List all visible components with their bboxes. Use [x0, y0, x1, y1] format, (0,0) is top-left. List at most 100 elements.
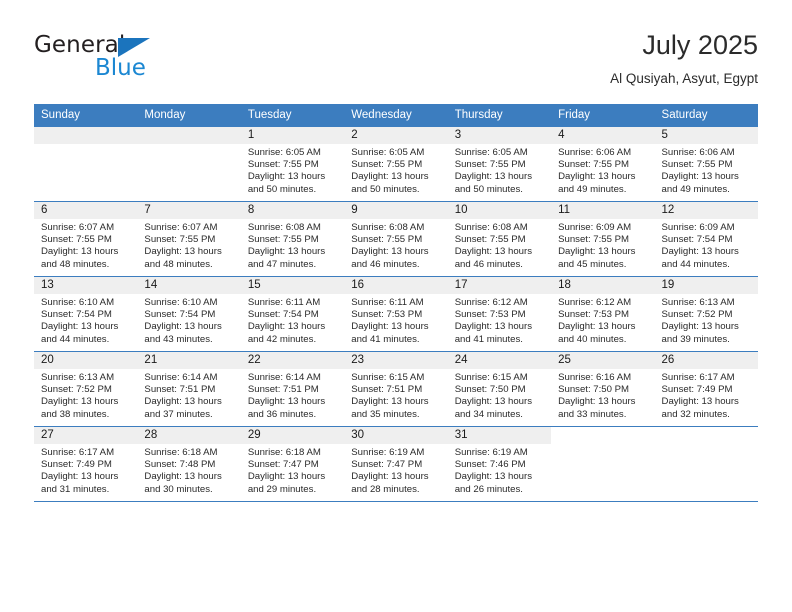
calendar-day-cell[interactable]: 4 Sunrise: 6:06 AM Sunset: 7:55 PM Daylight… [551, 126, 655, 202]
day-cell-content: 31 Sunrise: 6:19 AM Sunset: 7:46 PM Dayligh… [447, 427, 552, 501]
day-sun-details: Sunrise: 6:14 AM Sunset: 7:51 PM Daylight:… [137, 369, 240, 421]
sunset-text: Sunset: 7:54 PM [41, 309, 112, 321]
calendar-page: General Blue July 2025 Al Qusiyah, Asyut… [0, 0, 792, 612]
calendar-day-cell[interactable]: 13 Sunrise: 6:10 AM Sunset: 7:54 PM Dayligh… [34, 276, 138, 352]
day-cell-content: 2 Sunrise: 6:05 AM Sunset: 7:55 PM Daylight… [344, 127, 448, 201]
daylight-text-line1: Daylight: 13 hours [144, 246, 222, 258]
calendar-day-cell[interactable]: 27 Sunrise: 6:17 AM Sunset: 7:49 PM Dayligh… [34, 426, 138, 502]
calendar-day-cell[interactable]: 22 Sunrise: 6:14 AM Sunset: 7:51 PM Dayligh… [240, 351, 345, 427]
calendar-day-cell[interactable]: 8 Sunrise: 6:08 AM Sunset: 7:55 PM Daylight… [240, 201, 345, 277]
day-number: 20 [34, 352, 138, 369]
sunrise-text: Sunrise: 6:15 AM [454, 372, 528, 383]
calendar-day-cell[interactable]: 31 Sunrise: 6:19 AM Sunset: 7:46 PM Dayligh… [447, 426, 552, 502]
calendar-day-cell[interactable]: 12 Sunrise: 6:09 AM Sunset: 7:54 PM Dayligh… [654, 201, 758, 277]
calendar-day-cell[interactable] [137, 126, 241, 202]
sunset-text: Sunset: 7:54 PM [661, 234, 733, 246]
calendar-day-cell[interactable]: 17 Sunrise: 6:12 AM Sunset: 7:53 PM Dayligh… [447, 276, 552, 352]
calendar-day-cell[interactable] [551, 426, 655, 502]
sunset-text: Sunset: 7:55 PM [351, 234, 423, 246]
calendar-day-cell[interactable]: 28 Sunrise: 6:18 AM Sunset: 7:48 PM Dayligh… [137, 426, 241, 502]
daylight-text-line1: Daylight: 13 hours [247, 171, 326, 183]
sunset-text: Sunset: 7:47 PM [351, 459, 423, 471]
calendar-day-cell[interactable]: 10 Sunrise: 6:08 AM Sunset: 7:55 PM Dayligh… [447, 201, 552, 277]
daylight-text-line2: and 39 minutes. [661, 333, 730, 345]
day-sun-details: Sunrise: 6:08 AM Sunset: 7:55 PM Daylight:… [448, 219, 551, 271]
day-number: 22 [240, 352, 345, 369]
calendar-day-cell[interactable]: 7 Sunrise: 6:07 AM Sunset: 7:55 PM Daylight… [137, 201, 241, 277]
sunset-text: Sunset: 7:53 PM [454, 309, 526, 321]
calendar-day-cell[interactable]: 1 Sunrise: 6:05 AM Sunset: 7:55 PM Daylight… [240, 126, 345, 202]
weekday-header-tuesday: Tuesday [240, 104, 345, 127]
calendar-week-row: 6 Sunrise: 6:07 AM Sunset: 7:55 PM Daylight… [34, 201, 758, 277]
daylight-text-line1: Daylight: 13 hours [558, 396, 636, 408]
calendar-day-cell[interactable]: 16 Sunrise: 6:11 AM Sunset: 7:53 PM Dayligh… [344, 276, 448, 352]
daylight-text-line1: Daylight: 13 hours [661, 246, 739, 258]
brand-logo-top-row: General [34, 32, 274, 58]
daylight-text-line1: Daylight: 13 hours [351, 321, 429, 333]
day-cell-content: 14 Sunrise: 6:10 AM Sunset: 7:54 PM Dayligh… [137, 277, 241, 351]
day-sun-details: Sunrise: 6:06 AM Sunset: 7:55 PM Daylight:… [551, 144, 654, 196]
day-sun-details: Sunrise: 6:17 AM Sunset: 7:49 PM Daylight:… [34, 444, 137, 496]
sunrise-text: Sunrise: 6:11 AM [351, 297, 424, 308]
sunset-text: Sunset: 7:55 PM [558, 234, 630, 246]
calendar-day-cell[interactable]: 29 Sunrise: 6:18 AM Sunset: 7:47 PM Dayligh… [240, 426, 345, 502]
day-number: 19 [654, 277, 758, 294]
daylight-text-line2: and 35 minutes. [351, 408, 420, 420]
sunset-text: Sunset: 7:55 PM [454, 234, 526, 246]
day-sun-details: Sunrise: 6:09 AM Sunset: 7:54 PM Daylight:… [655, 219, 758, 271]
daylight-text-line1: Daylight: 13 hours [558, 321, 636, 333]
day-number: 15 [240, 277, 345, 294]
day-cell-content: 18 Sunrise: 6:12 AM Sunset: 7:53 PM Dayligh… [551, 277, 655, 351]
sunset-text: Sunset: 7:55 PM [351, 159, 423, 171]
day-sun-details: Sunrise: 6:18 AM Sunset: 7:48 PM Daylight:… [137, 444, 240, 496]
calendar-day-cell[interactable]: 6 Sunrise: 6:07 AM Sunset: 7:55 PM Daylight… [34, 201, 138, 277]
calendar-day-cell[interactable] [654, 426, 758, 502]
calendar-day-cell[interactable]: 15 Sunrise: 6:11 AM Sunset: 7:54 PM Dayligh… [240, 276, 345, 352]
sunset-text: Sunset: 7:55 PM [661, 159, 733, 171]
calendar-day-cell[interactable]: 5 Sunrise: 6:06 AM Sunset: 7:55 PM Daylight… [654, 126, 758, 202]
sunrise-text: Sunrise: 6:13 AM [661, 297, 735, 308]
calendar-week-row: 27 Sunrise: 6:17 AM Sunset: 7:49 PM Dayligh… [34, 426, 758, 502]
day-number [34, 127, 138, 144]
calendar-day-cell[interactable]: 2 Sunrise: 6:05 AM Sunset: 7:55 PM Daylight… [344, 126, 448, 202]
calendar-day-cell[interactable]: 25 Sunrise: 6:16 AM Sunset: 7:50 PM Dayligh… [551, 351, 655, 427]
calendar-day-cell[interactable] [34, 126, 138, 202]
calendar-week-row: 20 Sunrise: 6:13 AM Sunset: 7:52 PM Dayligh… [34, 351, 758, 427]
daylight-text-line2: and 26 minutes. [454, 483, 523, 495]
calendar-day-cell[interactable]: 24 Sunrise: 6:15 AM Sunset: 7:50 PM Dayligh… [447, 351, 552, 427]
calendar-day-cell[interactable]: 30 Sunrise: 6:19 AM Sunset: 7:47 PM Dayligh… [344, 426, 448, 502]
sunset-text: Sunset: 7:51 PM [144, 384, 216, 396]
brand-logo-bottom-row: Blue [34, 56, 274, 82]
sunset-text: Sunset: 7:55 PM [558, 159, 630, 171]
daylight-text-line1: Daylight: 13 hours [454, 321, 533, 333]
calendar-day-cell[interactable]: 23 Sunrise: 6:15 AM Sunset: 7:51 PM Dayligh… [344, 351, 448, 427]
calendar-day-cell[interactable]: 3 Sunrise: 6:05 AM Sunset: 7:55 PM Daylight… [447, 126, 552, 202]
calendar-day-cell[interactable]: 18 Sunrise: 6:12 AM Sunset: 7:53 PM Dayligh… [551, 276, 655, 352]
sunrise-text: Sunrise: 6:05 AM [454, 147, 528, 158]
day-number: 4 [551, 127, 655, 144]
daylight-text-line2: and 34 minutes. [454, 408, 523, 420]
sunrise-text: Sunrise: 6:08 AM [351, 222, 425, 233]
daylight-text-line2: and 30 minutes. [144, 483, 213, 495]
calendar-day-cell[interactable]: 21 Sunrise: 6:14 AM Sunset: 7:51 PM Dayligh… [137, 351, 241, 427]
calendar-day-cell[interactable]: 14 Sunrise: 6:10 AM Sunset: 7:54 PM Dayligh… [137, 276, 241, 352]
brand-logo[interactable]: General Blue [34, 32, 274, 92]
calendar-day-cell[interactable]: 26 Sunrise: 6:17 AM Sunset: 7:49 PM Dayligh… [654, 351, 758, 427]
title-block: July 2025 Al Qusiyah, Asyut, Egypt [610, 28, 758, 89]
day-cell-content: 17 Sunrise: 6:12 AM Sunset: 7:53 PM Dayligh… [447, 277, 552, 351]
calendar-day-cell[interactable]: 19 Sunrise: 6:13 AM Sunset: 7:52 PM Dayligh… [654, 276, 758, 352]
day-number: 6 [34, 202, 138, 219]
day-cell-content: 26 Sunrise: 6:17 AM Sunset: 7:49 PM Dayligh… [654, 352, 758, 426]
day-sun-details: Sunrise: 6:13 AM Sunset: 7:52 PM Daylight:… [655, 294, 758, 346]
calendar-day-cell[interactable]: 11 Sunrise: 6:09 AM Sunset: 7:55 PM Dayligh… [551, 201, 655, 277]
weekday-header-monday: Monday [137, 104, 241, 127]
day-cell-content: 28 Sunrise: 6:18 AM Sunset: 7:48 PM Dayligh… [137, 427, 241, 501]
day-number: 30 [344, 427, 448, 444]
sunrise-text: Sunrise: 6:08 AM [454, 222, 528, 233]
daylight-text-line1: Daylight: 13 hours [144, 321, 222, 333]
day-sun-details: Sunrise: 6:19 AM Sunset: 7:46 PM Daylight:… [448, 444, 551, 496]
daylight-text-line1: Daylight: 13 hours [351, 471, 429, 483]
calendar-day-cell[interactable]: 20 Sunrise: 6:13 AM Sunset: 7:52 PM Dayligh… [34, 351, 138, 427]
daylight-text-line2: and 36 minutes. [247, 408, 317, 420]
calendar-day-cell[interactable]: 9 Sunrise: 6:08 AM Sunset: 7:55 PM Daylight… [344, 201, 448, 277]
